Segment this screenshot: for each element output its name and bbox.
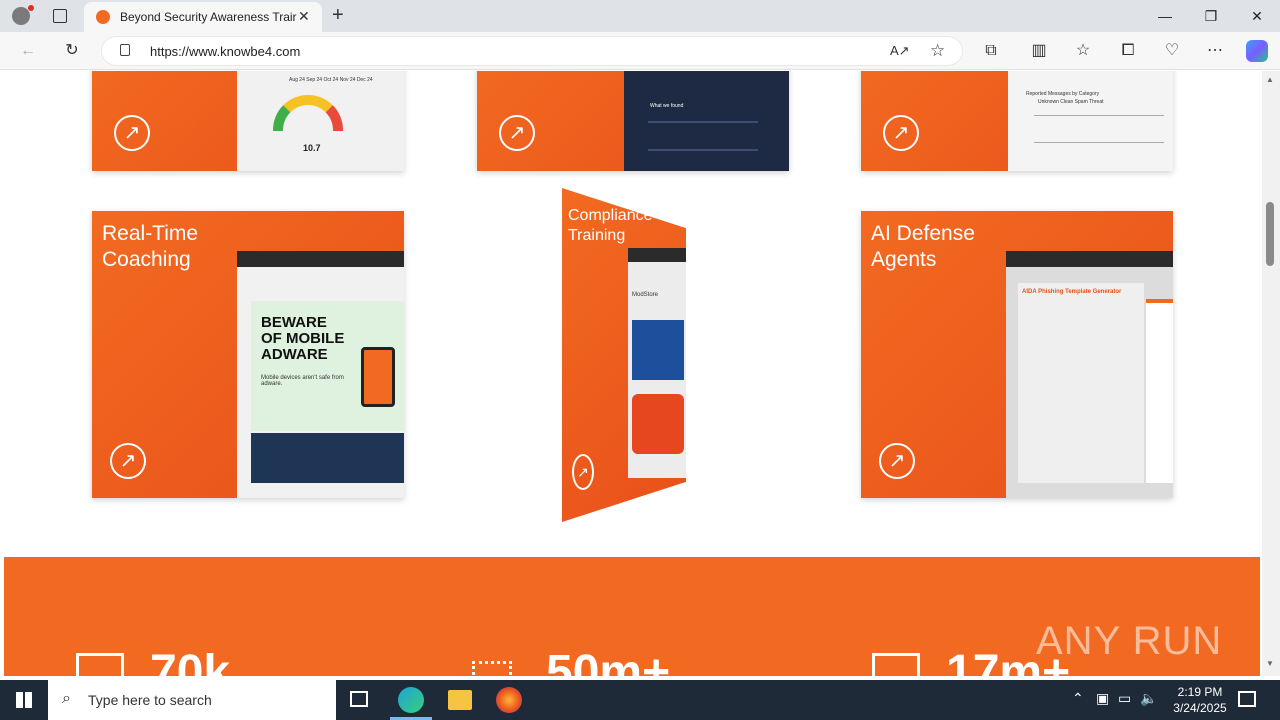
task-view-icon[interactable] [350,691,368,707]
scroll-thumb[interactable] [1266,202,1274,266]
refresh-icon[interactable]: ↻ [62,41,82,61]
tab-actions-icon[interactable] [53,9,67,23]
screenshot-header [628,248,686,262]
lock-icon[interactable] [120,44,130,56]
scroll-up-arrow-icon[interactable]: ▲ [1266,75,1274,84]
card-title: Compliance Training [568,207,653,244]
card-screenshot: Reported Messages by Category Unknown Cl… [1008,71,1173,171]
card-screenshot: Aug 24 Sep 24 Oct 24 Nov 24 Dec 24 10.7 [237,71,404,171]
stat-customers: 70k [150,646,231,676]
card-screenshot: ModStore [628,248,686,478]
months-text: Aug 24 Sep 24 Oct 24 Nov 24 Dec 24 [289,77,373,83]
modstore-label: ModStore [632,292,659,298]
more-menu-icon[interactable]: ⋯ [1205,41,1225,61]
card-top-1[interactable]: Aug 24 Sep 24 Oct 24 Nov 24 Dec 24 10.7 … [92,71,404,171]
volume-icon[interactable]: 🔈 [1140,690,1157,707]
card-real-time-coaching[interactable]: Real-Time Coaching BEWARE OF MOBILE ADWA… [92,211,404,498]
tab-title: Beyond Security Awareness Trair [120,10,297,24]
minimize-button[interactable]: — [1142,0,1188,32]
profile-icon[interactable] [12,7,30,25]
gauge-graphic [273,95,343,131]
screenshot-header [1006,251,1173,267]
card-ai-defense-agents[interactable]: AI Defense Agents AIDA Phishing Template… [861,211,1173,498]
reported-legend: Unknown Clean Spam Threat [1038,99,1104,105]
card-arrow-button[interactable]: ↗ [110,443,146,479]
tray-chevron-icon[interactable]: ⌃ [1072,690,1084,707]
extensions-icon[interactable]: ⧉ [981,41,1001,61]
template-form-panel [1018,283,1144,483]
copilot-icon[interactable] [1246,40,1268,62]
browser-toolbar: ← ↻ https://www.knowbe4.com A↗ ☆ ⧉ ▥ ☆ ⧠… [0,32,1280,70]
reported-title: Reported Messages by Category [1026,91,1100,97]
aida-heading: AIDA Phishing Template Generator [1022,289,1122,295]
gauge-value: 10.7 [303,143,321,153]
windows-taskbar: ⌕ Type here to search ⌃ ▣ ▭ 🔈 2:19 PM 3/… [0,680,1280,720]
search-icon: ⌕ [62,690,71,707]
side-panel [1146,299,1173,483]
read-aloud-icon[interactable]: A↗ [890,43,910,59]
line-chart-graphic [1034,115,1164,143]
restore-button[interactable]: ❐ [1188,0,1234,32]
card-title: Real-Time Coaching [102,222,199,271]
url-text[interactable]: https://www.knowbe4.com [150,44,300,59]
screenshot-header [237,251,404,267]
card-arrow-button[interactable]: ↗ [879,443,915,479]
card-screenshot: What we found [624,71,789,171]
notifications-icon[interactable] [1238,691,1256,707]
card-screenshot: BEWARE OF MOBILE ADWARE Mobile devices a… [237,251,404,498]
clock-time: 2:19 PM [1177,685,1223,699]
search-placeholder[interactable]: Type here to search [88,692,212,708]
users-icon [472,661,512,676]
card-compliance-training[interactable]: Compliance Training ModStore ↗ [562,188,686,522]
course-tile [632,320,684,380]
card-top-3[interactable]: Reported Messages by Category Unknown Cl… [861,71,1173,171]
card-arrow-button[interactable]: ↗ [883,115,919,151]
card-arrow-button[interactable]: ↗ [499,115,535,151]
edge-app-icon[interactable] [398,687,424,713]
scroll-down-arrow-icon[interactable]: ▼ [1266,659,1274,668]
tab-bar: Beyond Security Awareness Trair ✕ + — ❐ … [0,0,1280,32]
card-screenshot: AIDA Phishing Template Generator [1006,251,1173,498]
taskbar-clock[interactable]: 2:19 PM 3/24/2025 [1160,684,1240,716]
taskbar-search-box[interactable]: ⌕ Type here to search [48,680,336,720]
adware-heading: BEWARE OF MOBILE ADWARE [261,314,345,363]
card-arrow-button[interactable]: ↗ [114,115,150,151]
card-title: AI Defense Agents [871,222,975,271]
adware-subtext: Mobile devices aren't safe from adware. [261,375,344,387]
tab-active[interactable]: Beyond Security Awareness Trair ✕ [84,2,322,32]
profile-notification-dot [28,5,34,11]
list-lines [648,121,758,151]
knowbe4-favicon-icon [96,10,110,24]
what-we-found-text: What we found [650,103,684,109]
address-bar[interactable]: https://www.knowbe4.com A↗ ☆ [101,36,963,66]
dark-thumbnail [251,433,404,483]
favorite-star-icon[interactable]: ☆ [930,41,945,61]
email-icon [872,653,920,676]
file-explorer-icon[interactable] [448,690,472,710]
windows-start-icon[interactable] [16,692,32,708]
tray-device-icon[interactable]: ▣ [1096,690,1109,707]
building-icon [76,653,124,676]
favorites-icon[interactable]: ☆ [1073,41,1093,61]
phone-graphic [361,347,395,407]
page-scrollbar[interactable]: ▲ ▼ [1262,71,1280,676]
new-tab-button[interactable]: + [332,4,344,27]
back-icon[interactable]: ← [18,41,38,61]
firefox-icon[interactable] [496,687,522,713]
split-screen-icon[interactable]: ▥ [1029,41,1049,61]
anyrun-watermark: ANY RUN [1036,619,1223,663]
card-top-2[interactable]: What we found ↗ [477,71,789,171]
collections-icon[interactable]: ⧠ [1118,41,1138,61]
clock-date: 3/24/2025 [1173,701,1227,715]
browser-essentials-icon[interactable]: ♡ [1162,41,1182,61]
close-tab-icon[interactable]: ✕ [298,8,310,25]
stat-users: 50m+ [546,646,671,676]
network-icon[interactable]: ▭ [1118,690,1131,707]
close-window-button[interactable]: ✕ [1234,0,1280,32]
badges-graphic [632,394,684,454]
page-content: Aug 24 Sep 24 Oct 24 Nov 24 Dec 24 10.7 … [0,71,1262,676]
card-arrow-button[interactable]: ↗ [572,454,594,490]
